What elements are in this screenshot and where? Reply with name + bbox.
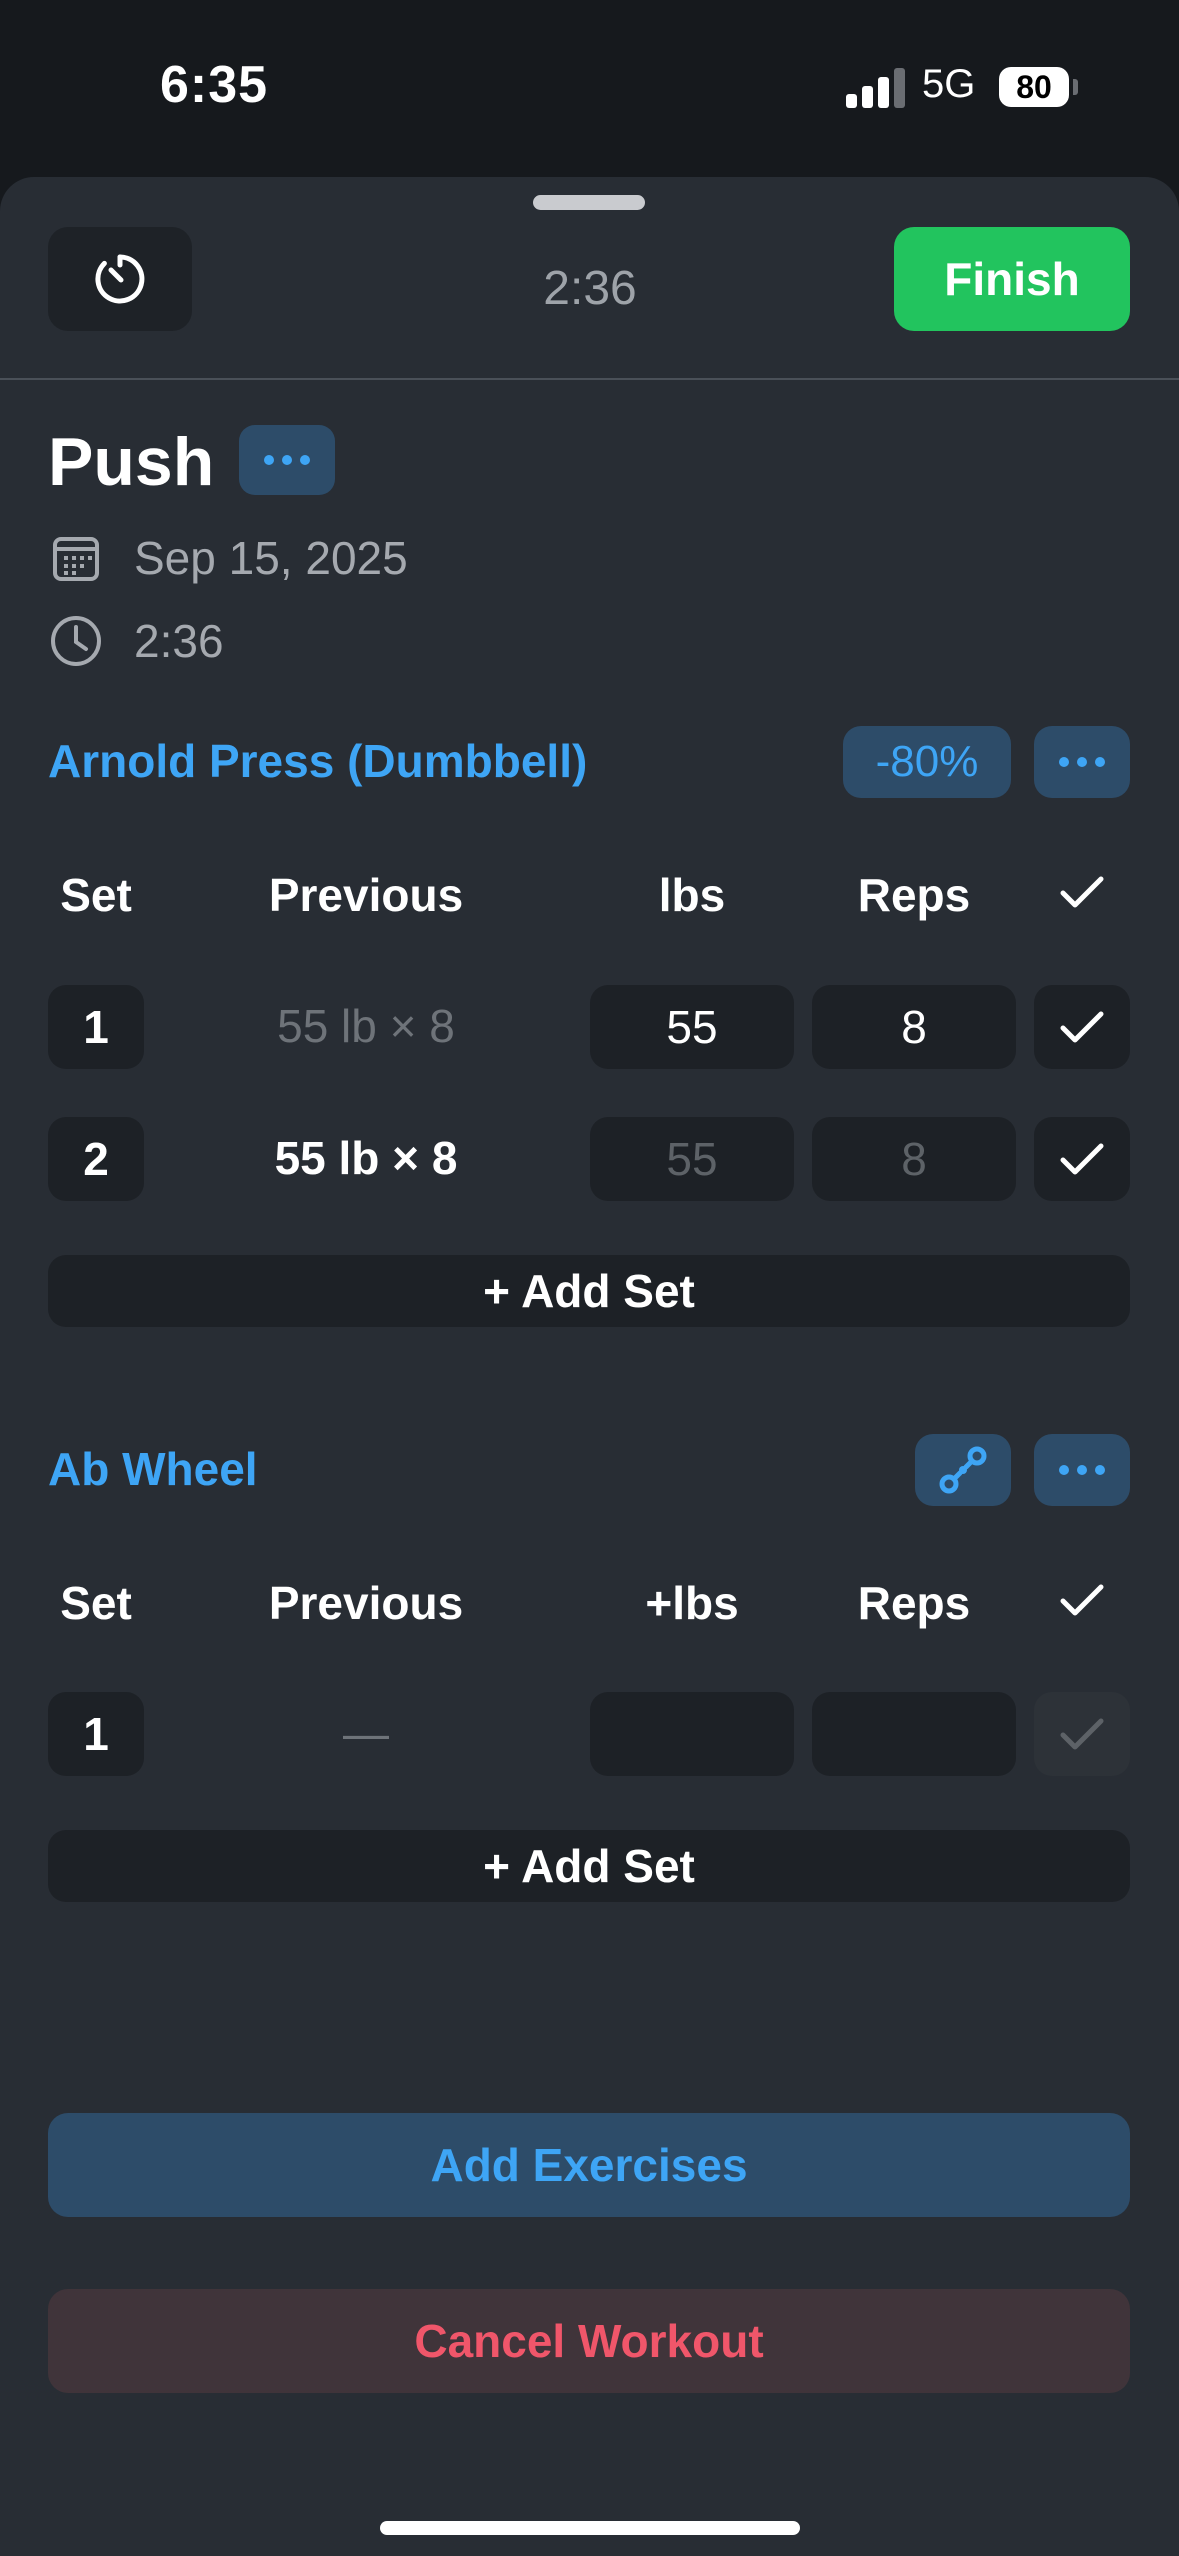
cellular-signal-icon (846, 64, 906, 108)
network-type: 5G (922, 62, 976, 106)
checkmark-icon (1060, 1143, 1104, 1175)
add-exercises-button[interactable]: Add Exercises (48, 2113, 1130, 2217)
battery-cap (1073, 79, 1078, 95)
exercise-more-button[interactable] (1034, 1434, 1130, 1506)
complete-set-button[interactable] (1034, 1692, 1130, 1776)
checkmark-icon (1060, 876, 1104, 908)
complete-set-button[interactable] (1034, 985, 1130, 1069)
checkmark-icon (1060, 1584, 1104, 1616)
finish-button[interactable]: Finish (894, 227, 1130, 331)
timer-icon (95, 254, 145, 304)
previous-value[interactable]: 55 lb × 8 (232, 999, 500, 1053)
workout-more-button[interactable] (239, 425, 335, 495)
weight-input[interactable]: 55 (590, 1117, 794, 1201)
set-number[interactable]: 1 (48, 985, 144, 1069)
previous-value[interactable]: — (232, 1706, 500, 1760)
previous-value[interactable]: 55 lb × 8 (232, 1131, 500, 1185)
status-bar: 6:35 5G 80 (0, 0, 1179, 175)
checkmark-icon (1060, 1011, 1104, 1043)
clock-icon (48, 613, 104, 669)
column-header-set: Set (60, 1577, 132, 1629)
more-icon (1059, 1465, 1105, 1475)
set-number[interactable]: 1 (48, 1692, 144, 1776)
reps-input[interactable]: 8 (812, 985, 1016, 1069)
checkmark-icon (1060, 1718, 1104, 1750)
status-time: 6:35 (160, 56, 269, 114)
weight-input[interactable] (590, 1692, 794, 1776)
weight-input[interactable]: 55 (590, 985, 794, 1069)
add-set-button[interactable]: + Add Set (48, 1830, 1130, 1902)
calendar-icon (48, 530, 104, 586)
workout-date: Sep 15, 2025 (134, 532, 408, 584)
more-icon (1059, 757, 1105, 767)
column-header-previous: Previous (268, 1577, 464, 1629)
column-header-set: Set (60, 869, 132, 921)
reps-input[interactable]: 8 (812, 1117, 1016, 1201)
exercise-more-button[interactable] (1034, 726, 1130, 798)
complete-set-button[interactable] (1034, 1117, 1130, 1201)
column-header-previous: Previous (268, 869, 464, 921)
more-icon (264, 455, 310, 465)
column-header-reps: Reps (857, 869, 971, 921)
column-header-reps: Reps (857, 1577, 971, 1629)
exercise-name[interactable]: Arnold Press (Dumbbell) (48, 734, 587, 788)
workout-duration: 2:36 (134, 615, 224, 667)
set-number[interactable]: 2 (48, 1117, 144, 1201)
workout-sheet: 2:36 Finish Push Sep 15, 2025 2:36 Arnol… (0, 177, 1179, 2556)
exercise-name[interactable]: Ab Wheel (48, 1442, 258, 1496)
workout-date-row[interactable]: Sep 15, 2025 (48, 530, 408, 586)
intensity-badge[interactable]: -80% (843, 726, 1011, 798)
column-header-weight: +lbs (645, 1577, 739, 1629)
add-set-button[interactable]: + Add Set (48, 1255, 1130, 1327)
link-icon (939, 1446, 987, 1494)
reps-input[interactable] (812, 1692, 1016, 1776)
battery-icon: 80 (999, 67, 1069, 107)
header-divider (0, 378, 1179, 380)
column-header-done (1034, 867, 1130, 921)
cancel-workout-button[interactable]: Cancel Workout (48, 2289, 1130, 2393)
column-header-weight: lbs (658, 869, 726, 921)
rest-timer-button[interactable] (48, 227, 192, 331)
workout-title[interactable]: Push (48, 423, 214, 501)
home-indicator[interactable] (380, 2521, 800, 2535)
elapsed-timer: 2:36 (543, 262, 637, 315)
column-header-done (1034, 1575, 1130, 1629)
workout-duration-row: 2:36 (48, 613, 224, 669)
superset-button[interactable] (915, 1434, 1011, 1506)
sheet-grabber[interactable] (533, 195, 645, 210)
